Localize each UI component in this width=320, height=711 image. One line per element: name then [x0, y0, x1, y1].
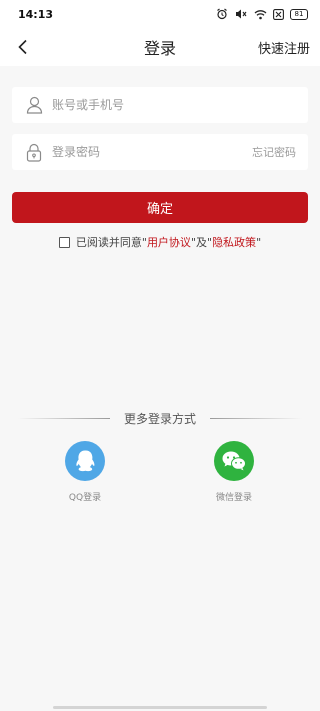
- qq-login-button[interactable]: QQ登录: [50, 441, 120, 503]
- account-field[interactable]: [12, 87, 308, 123]
- agreement-checkbox[interactable]: [58, 236, 70, 248]
- battery-icon: 81: [290, 8, 308, 20]
- password-input[interactable]: [52, 134, 252, 170]
- user-agreement-link[interactable]: 用户协议: [147, 234, 191, 250]
- qq-icon[interactable]: [65, 441, 105, 481]
- chevron-left-icon: [18, 39, 27, 55]
- privacy-policy-link[interactable]: 隐私政策: [212, 234, 256, 250]
- wechat-icon[interactable]: [214, 441, 254, 481]
- wechat-login-button[interactable]: 微信登录: [199, 441, 269, 503]
- home-indicator[interactable]: [53, 706, 267, 709]
- wechat-login-label: 微信登录: [215, 493, 252, 503]
- divider-line: [17, 417, 110, 419]
- nav-bar: 登录 快速注册: [0, 28, 320, 66]
- status-bar: 14:13 81: [0, 0, 320, 28]
- alarm-icon: [216, 8, 228, 20]
- password-field[interactable]: 忘记密码: [12, 134, 308, 170]
- more-login-divider: 更多登录方式: [0, 409, 320, 427]
- lock-icon: [24, 142, 44, 162]
- wifi-icon: [254, 9, 267, 20]
- account-input[interactable]: [52, 87, 296, 123]
- divider-line: [210, 417, 302, 419]
- quick-register-link[interactable]: 快速注册: [258, 38, 310, 57]
- sim-off-icon: [273, 8, 284, 20]
- more-login-title: 更多登录方式: [123, 411, 196, 426]
- mute-icon: [234, 8, 248, 20]
- forgot-password-link[interactable]: 忘记密码: [252, 144, 296, 160]
- agreement-row: 已阅读并同意 " 用户协议 " 及 " 隐私政策 ": [0, 234, 320, 250]
- agreement-joiner: 及: [196, 236, 207, 249]
- qq-login-label: QQ登录: [68, 493, 102, 503]
- confirm-button[interactable]: 确定: [12, 192, 308, 223]
- status-icons: 81: [216, 8, 308, 20]
- user-icon: [24, 95, 44, 115]
- agreement-quote: ": [256, 235, 262, 249]
- agreement-prefix: 已阅读并同意: [75, 236, 142, 249]
- back-button[interactable]: [10, 34, 36, 60]
- status-time: 14:13: [18, 7, 54, 21]
